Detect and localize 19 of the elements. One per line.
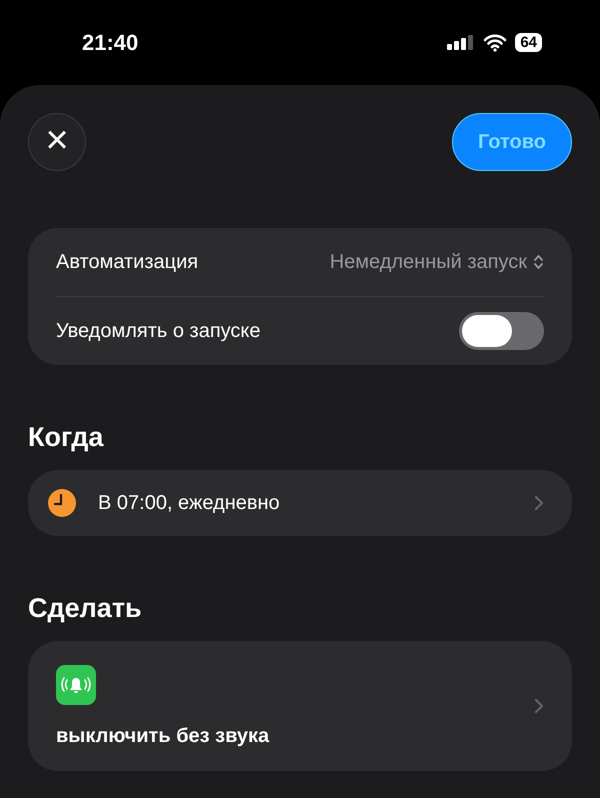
section-heading: Когда	[28, 422, 104, 453]
clock-icon	[48, 489, 76, 517]
chevron-icon	[534, 698, 544, 714]
status-time: 21:40	[82, 30, 138, 56]
wifi-icon	[483, 34, 508, 52]
signal-icon	[447, 34, 476, 52]
setting-label: Автоматизация	[56, 250, 198, 274]
setting-label: Уведомлять о запуске	[56, 320, 261, 342]
bell-icon	[56, 664, 96, 704]
trigger-label: В 07:00, ежедневно	[98, 492, 280, 514]
battery-level: 64	[515, 33, 542, 52]
up-down-chevron-icon	[533, 253, 544, 271]
action-label: выключить без звука	[56, 724, 270, 748]
action-card[interactable]: выключить без звука	[28, 641, 572, 771]
trigger-row[interactable]: В 07:00, ежедневно	[28, 470, 572, 536]
notify-toggle[interactable]	[459, 312, 544, 350]
section-heading: Сделать	[28, 593, 143, 624]
chevron-icon	[534, 495, 544, 511]
close-button[interactable]: ×	[28, 113, 86, 171]
